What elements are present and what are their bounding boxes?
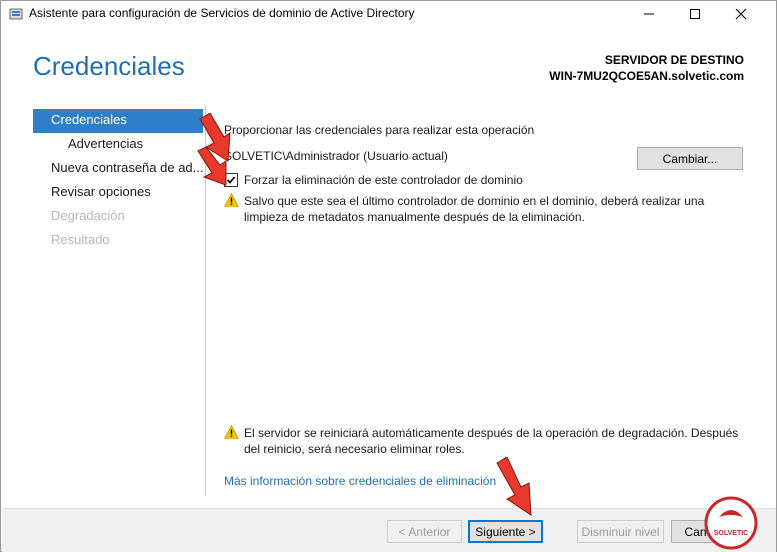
wizard-steps-nav: Credenciales Advertencias Nueva contrase… <box>33 109 203 253</box>
restart-warning-text: El servidor se reiniciará automáticament… <box>244 426 739 456</box>
more-info-link[interactable]: Más información sobre credenciales de el… <box>224 474 496 488</box>
server-manager-icon <box>9 7 23 21</box>
back-button[interactable]: < Anterior <box>387 520 462 543</box>
destination-label: SERVIDOR DE DESTINO <box>604 53 744 67</box>
annotation-arrow-next <box>496 457 532 516</box>
nav-item-revisar-opciones[interactable]: Revisar opciones <box>33 181 203 205</box>
maximize-button[interactable] <box>672 1 718 27</box>
nav-item-credenciales[interactable]: Credenciales <box>33 109 203 133</box>
close-icon <box>735 8 747 20</box>
intro-text: Proporcionar las credenciales para reali… <box>224 123 535 137</box>
close-button[interactable] <box>718 1 764 27</box>
page-title: Credenciales <box>33 51 185 81</box>
warning-icon <box>224 193 239 207</box>
wizard-footer: < Anterior Siguiente > Disminuir nivel C… <box>2 508 776 552</box>
change-credentials-button[interactable]: Cambiar... <box>637 147 743 170</box>
nav-item-resultado: Resultado <box>51 232 110 247</box>
window-title: Asistente para configuración de Servicio… <box>29 6 415 20</box>
maximize-icon <box>690 9 700 19</box>
minimize-icon <box>644 13 654 15</box>
nav-item-degradacion: Degradación <box>51 208 125 223</box>
solvetic-logo: SOLVETIC <box>704 496 758 550</box>
destination-server-name: WIN-7MU2QCOE5AN.solvetic.com <box>549 69 744 83</box>
svg-text:SOLVETIC: SOLVETIC <box>714 530 748 537</box>
annotation-arrow-checkbox <box>197 147 227 186</box>
minimize-button[interactable] <box>626 1 672 27</box>
title-bar: Asistente para configuración de Servicio… <box>1 1 776 27</box>
destination-server-info: SERVIDOR DE DESTINO WIN-7MU2QCOE5AN.solv… <box>549 52 744 84</box>
current-user-text: SOLVETIC\Administrador (Usuario actual) <box>224 149 448 163</box>
wizard-window: Asistente para configuración de Servicio… <box>0 0 777 552</box>
demote-button[interactable]: Disminuir nivel <box>577 520 664 543</box>
next-button[interactable]: Siguiente > <box>468 520 543 543</box>
metadata-warning-text: Salvo que este sea el último controlador… <box>244 194 705 224</box>
force-removal-label[interactable]: Forzar la eliminación de este controlado… <box>244 173 523 187</box>
nav-item-nueva-contrasena[interactable]: Nueva contraseña de ad... <box>33 157 203 181</box>
nav-item-advertencias[interactable]: Advertencias <box>33 133 203 157</box>
restart-warning-icon <box>224 425 239 439</box>
